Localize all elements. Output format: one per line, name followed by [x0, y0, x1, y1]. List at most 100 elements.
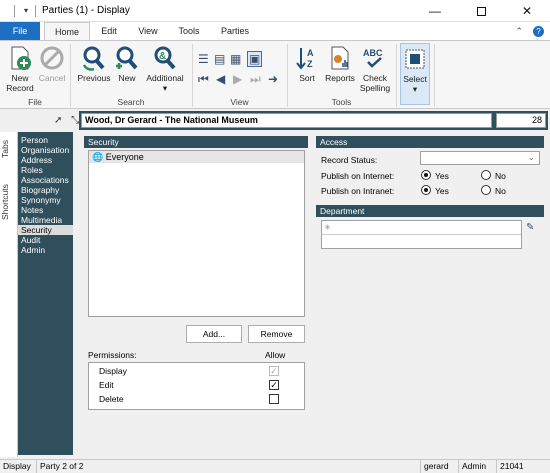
sidebar-item-multimedia[interactable]: Multimedia [18, 215, 73, 225]
tab-home[interactable]: Home [44, 22, 90, 40]
tab-tabs[interactable]: Tabs [0, 134, 18, 164]
record-status-label: Record Status: [321, 155, 378, 165]
select-icon [402, 46, 428, 72]
search-group-label: Search [117, 97, 145, 107]
intranet-no-radio[interactable] [481, 185, 491, 195]
access-header: Access [316, 136, 544, 148]
ribbon: New Record Cancel File Previous New & Ad… [0, 40, 550, 109]
sidebar-item-synonymy[interactable]: Synonymy [18, 195, 73, 205]
collapse-ribbon-icon[interactable]: ⌃ [515, 26, 523, 37]
new-record-icon [7, 45, 33, 71]
sidebar-item-notes[interactable]: Notes [18, 205, 73, 215]
list-view-icon[interactable]: ☰ [198, 53, 209, 65]
chevron-down-icon: ▾ [412, 84, 418, 94]
form-view-icon[interactable]: ▣ [247, 51, 263, 67]
check-spelling-button[interactable]: ABC Check Spelling [358, 45, 392, 93]
allow-label: Allow [265, 350, 286, 360]
vertical-tabs: Tabs Shortcuts [0, 132, 18, 457]
sidebar-item-biography[interactable]: Biography [18, 185, 73, 195]
sort-button[interactable]: AZ Sort [292, 45, 322, 83]
sidebar-item-person[interactable]: Person [18, 135, 73, 145]
department-edit-icon[interactable]: ✎ [526, 222, 534, 234]
tab-file[interactable]: File [0, 22, 40, 40]
reports-label: Reports [325, 73, 355, 83]
previous-search-icon [81, 45, 107, 71]
detail-view-icon[interactable]: ▤ [214, 53, 225, 65]
sidebar-item-admin[interactable]: Admin [18, 245, 73, 255]
additional-search-label: Additional [146, 73, 184, 83]
pointer-icon[interactable]: ➚ [54, 115, 62, 126]
internet-no-radio[interactable] [481, 170, 491, 180]
record-number: 28 [496, 113, 546, 128]
new-record-label: New Record [6, 73, 34, 93]
intranet-no-label: No [495, 186, 506, 196]
tab-view[interactable]: View [128, 22, 168, 40]
permission-name: Display [99, 366, 127, 376]
internet-yes-radio[interactable] [421, 170, 431, 180]
department-grid[interactable]: ✳ [321, 220, 522, 249]
close-button[interactable]: ✕ [504, 0, 550, 22]
department-new-row[interactable]: ✳ [322, 221, 521, 235]
expand-icon[interactable]: ⤡ [71, 115, 79, 126]
page-view-icon[interactable]: ▦ [230, 53, 241, 65]
sidebar-item-associations[interactable]: Associations [18, 175, 73, 185]
sidebar-item-audit[interactable]: Audit [18, 235, 73, 245]
list-item[interactable]: 🌐 Everyone [89, 151, 304, 163]
help-icon[interactable]: ? [533, 25, 544, 37]
additional-search-button[interactable]: & Additional ▾ [142, 45, 188, 93]
title-separator [14, 4, 15, 17]
security-group-name: Everyone [105, 152, 144, 162]
previous-search-button[interactable]: Previous [74, 45, 114, 83]
svg-text:Z: Z [307, 59, 313, 69]
security-list[interactable]: 🌐 Everyone [88, 150, 305, 317]
sidebar-item-organisation[interactable]: Organisation [18, 145, 73, 155]
record-status-select[interactable]: ⌄ [420, 151, 540, 165]
tab-parties[interactable]: Parties [210, 22, 260, 40]
previous-search-label: Previous [77, 73, 111, 83]
previous-record-icon[interactable]: ◀ [216, 73, 225, 85]
quick-access-dropdown-icon[interactable]: ▾ [24, 6, 28, 15]
first-record-icon[interactable]: ⏮ [198, 73, 209, 85]
permission-checkbox[interactable] [269, 394, 279, 404]
tab-edit[interactable]: Edit [90, 22, 128, 40]
status-position: Party 2 of 2 [36, 460, 83, 473]
add-button[interactable]: Add... [186, 325, 242, 343]
maximize-icon [476, 6, 486, 16]
reports-button[interactable]: Reports [322, 45, 358, 83]
intranet-yes-radio[interactable] [421, 185, 431, 195]
chevron-down-icon: ⌄ [527, 152, 535, 162]
new-search-button[interactable]: New [114, 45, 140, 83]
go-to-record-icon[interactable]: ➜ [268, 73, 278, 85]
department-header: Department [316, 205, 544, 217]
new-row-marker-icon: ✳ [324, 223, 331, 232]
permission-checkbox: ✓ [269, 366, 279, 376]
new-search-label: New [118, 73, 136, 83]
new-record-button[interactable]: New Record [4, 45, 36, 93]
sidebar-item-security[interactable]: Security [18, 225, 73, 235]
svg-text:A: A [307, 48, 314, 58]
additional-search-icon: & [152, 45, 178, 71]
permission-checkbox[interactable]: ✓ [269, 380, 279, 390]
permission-name: Delete [99, 394, 124, 404]
select-label: Select [403, 74, 427, 84]
tab-tools[interactable]: Tools [168, 22, 210, 40]
next-record-icon[interactable]: ▶ [233, 73, 242, 85]
title-separator [35, 4, 37, 17]
svg-text:ABC: ABC [363, 48, 383, 58]
minimize-button[interactable]: — [412, 0, 458, 22]
close-icon: ✕ [521, 4, 533, 18]
intranet-yes-label: Yes [435, 186, 449, 196]
svg-text:&: & [159, 51, 166, 62]
maximize-button[interactable] [458, 0, 504, 22]
group-separator [434, 44, 435, 107]
publish-internet-label: Publish on Internet: [321, 171, 395, 181]
sidebar-item-address[interactable]: Address [18, 155, 73, 165]
sort-label: Sort [299, 73, 315, 83]
cancel-button[interactable]: Cancel [36, 45, 68, 83]
select-button[interactable]: Select ▾ [400, 43, 430, 105]
remove-button[interactable]: Remove [248, 325, 305, 343]
last-record-icon[interactable]: ⏭ [250, 73, 261, 85]
permission-name: Edit [99, 380, 114, 390]
tab-shortcuts[interactable]: Shortcuts [0, 174, 18, 230]
sidebar-item-roles[interactable]: Roles [18, 165, 73, 175]
